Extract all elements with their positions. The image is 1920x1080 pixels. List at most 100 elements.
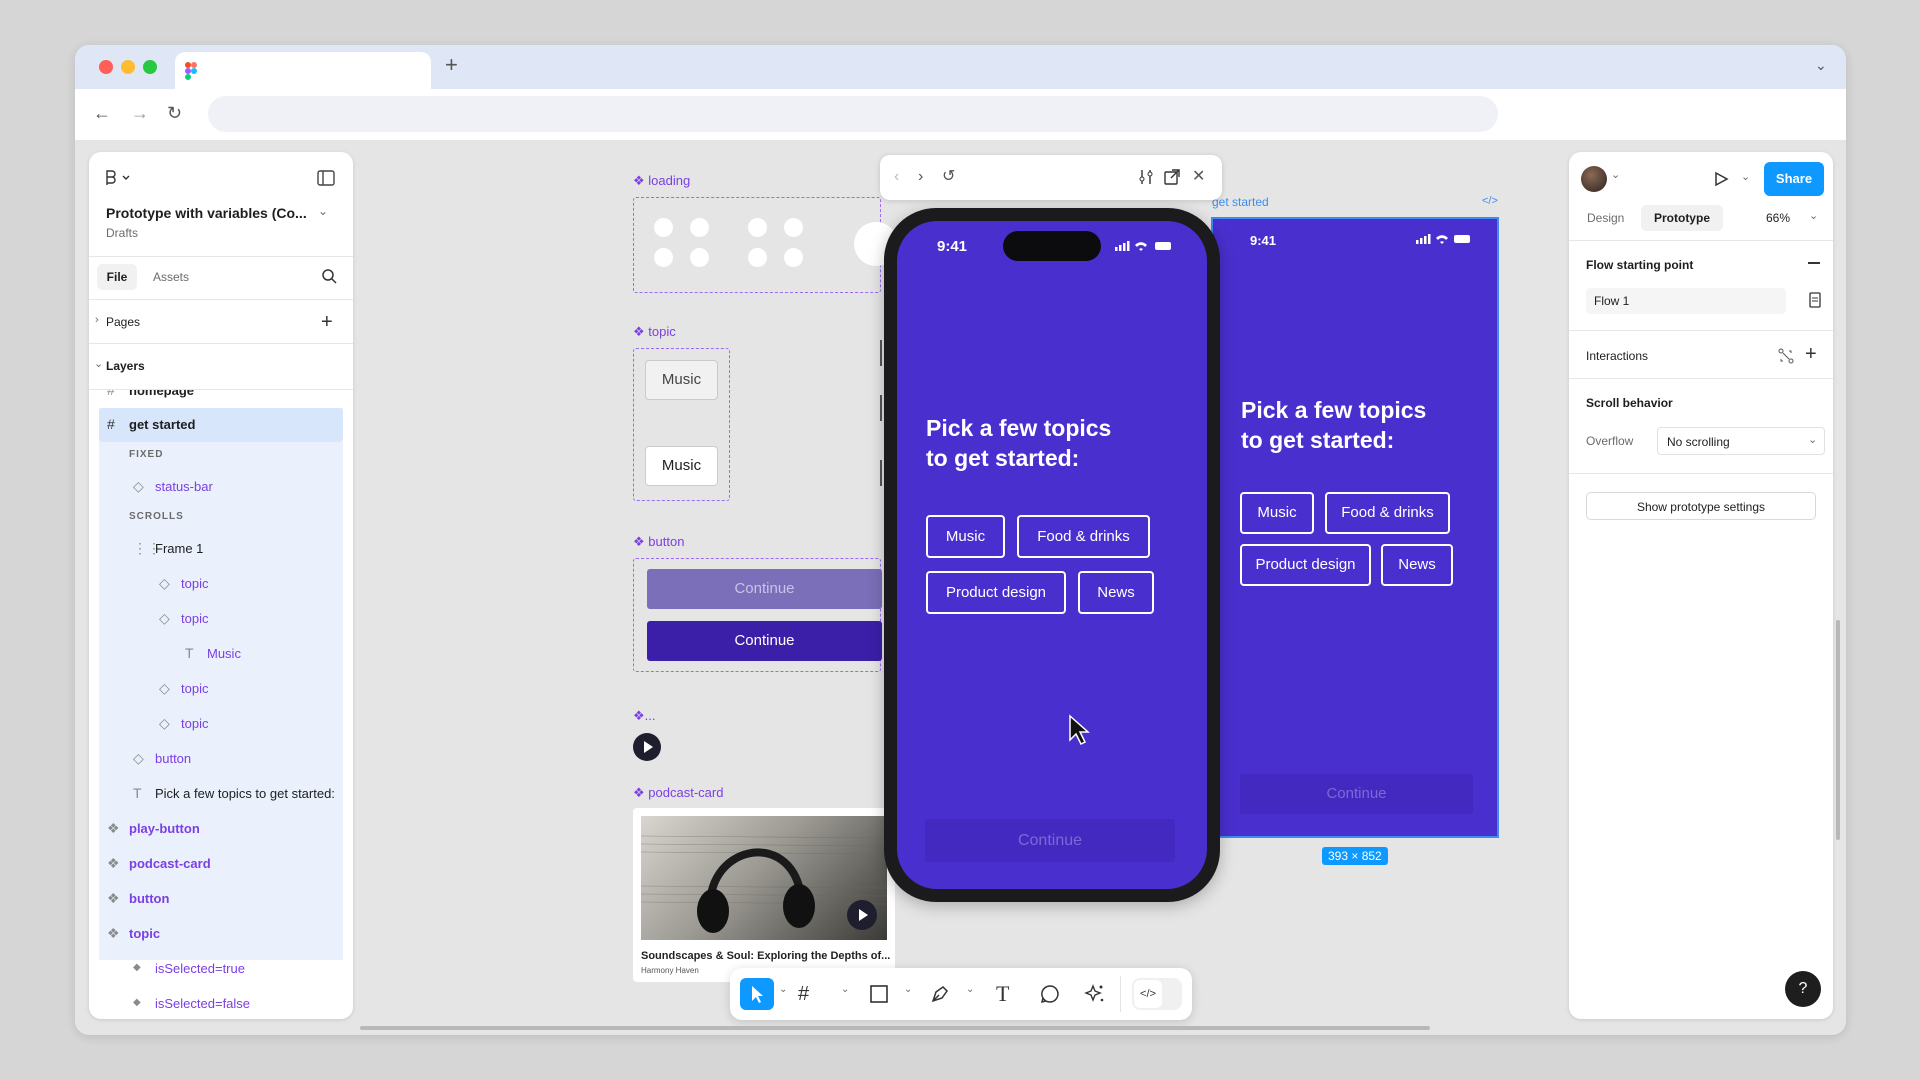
layer-homepage[interactable]: # homepage [99,390,343,408]
pages-chevron-icon[interactable]: › [95,314,99,326]
button-component[interactable]: Continue Continue [633,558,882,672]
avatar-chevron-icon[interactable]: ⌄ [1611,168,1620,181]
phone-topic-news[interactable]: News [1078,571,1154,614]
layer-topic-1[interactable]: ◇ topic [99,567,343,601]
layer-topic-component[interactable]: ❖ topic [99,917,343,951]
add-page-icon[interactable]: + [321,312,333,332]
search-icon[interactable] [321,268,337,284]
preview-forward-icon[interactable]: › [918,167,923,187]
canvas-horizontal-scrollbar[interactable] [360,1026,1430,1030]
actions-ai-icon[interactable] [1084,983,1106,1005]
maximize-window-button[interactable] [143,60,157,74]
play-component-label[interactable]: ❖... [633,708,656,724]
rectangle-tool-chevron-icon[interactable]: ⌄ [904,984,912,995]
frame2-topic-news[interactable]: News [1381,544,1453,586]
tab-list-chevron-icon[interactable]: ⌄ [1815,55,1827,75]
podcast-component-label[interactable]: ❖ podcast-card [633,785,723,801]
canvas-vertical-scrollbar[interactable] [1836,620,1840,840]
back-icon[interactable]: ← [93,103,111,123]
flow-description-icon[interactable] [1809,292,1821,308]
dev-mode-toggle[interactable]: </> [1132,978,1182,1010]
flow-name-field[interactable]: Flow 1 [1586,288,1786,314]
layer-status-bar[interactable]: ◇ status-bar [99,470,343,504]
share-button[interactable]: Share [1764,162,1824,196]
reload-icon[interactable]: ↻ [167,103,182,123]
get-started-frame[interactable]: 9:41 Pick a few topics to get started: M… [1211,217,1499,838]
phone-continue-button[interactable]: Continue [925,819,1175,862]
layer-variant-selected-false[interactable]: ◆ isSelected=false [99,987,343,1019]
show-prototype-settings-button[interactable]: Show prototype settings [1586,492,1816,520]
minimize-window-button[interactable] [121,60,135,74]
tab-file[interactable]: File [97,264,137,290]
frame2-topic-music[interactable]: Music [1240,492,1314,534]
move-tool-chevron-icon[interactable]: ⌄ [779,984,787,995]
move-tool-icon[interactable] [740,978,774,1010]
layer-topic-4[interactable]: ◇ topic [99,707,343,741]
preview-restart-icon[interactable]: ↺ [942,167,955,187]
layer-get-started[interactable]: # get started [99,408,343,442]
user-avatar[interactable] [1581,166,1607,192]
pen-tool-chevron-icon[interactable]: ⌄ [966,984,974,995]
dev-mode-icon[interactable]: </> [1482,195,1498,207]
help-button[interactable]: ? [1785,971,1821,1007]
file-title[interactable]: Prototype with variables (Co... [106,205,307,221]
tab-assets[interactable]: Assets [153,270,189,284]
button-component-label[interactable]: ❖ button [633,534,684,550]
frame2-topic-product-design[interactable]: Product design [1240,544,1371,586]
layer-podcast-card[interactable]: ❖ podcast-card [99,847,343,881]
frame-tool-chevron-icon[interactable]: ⌄ [841,984,849,995]
file-title-chevron-icon[interactable]: ⌄ [318,204,328,218]
tab-prototype[interactable]: Prototype [1641,205,1723,231]
frame-tool-icon[interactable]: # [798,980,809,1008]
podcast-play-icon[interactable] [847,900,877,930]
forward-icon[interactable]: → [131,103,149,123]
phone-screen[interactable]: 9:41 Pick a few topics to get started: M… [897,221,1207,889]
layer-variant-selected-true[interactable]: ◆ isSelected=true [99,952,343,986]
new-tab-button[interactable]: + [445,54,458,76]
address-bar[interactable] [208,96,1498,132]
interactions-style-icon[interactable] [1778,348,1794,364]
layer-play-button[interactable]: ❖ play-button [99,812,343,846]
preview-settings-icon[interactable] [1138,169,1154,185]
present-chevron-icon[interactable]: ⌄ [1741,170,1750,183]
continue-disabled-button[interactable]: Continue [647,569,882,609]
overflow-select[interactable]: No scrolling ⌄ [1657,427,1825,455]
zoom-chevron-icon[interactable]: ⌄ [1809,209,1818,222]
frame2-continue-button[interactable]: Continue [1240,774,1473,814]
browser-tab[interactable] [175,52,431,89]
layers-chevron-icon[interactable]: ⌄ [94,357,103,370]
preview-open-external-icon[interactable] [1164,169,1180,185]
main-menu-icon[interactable] [105,170,131,186]
layer-topic-3[interactable]: ◇ topic [99,672,343,706]
topic-component[interactable]: Music Music [633,348,730,501]
sidebar-toggle-icon[interactable] [317,170,335,186]
phone-topic-food[interactable]: Food & drinks [1017,515,1150,558]
phone-topic-product-design[interactable]: Product design [926,571,1066,614]
layer-topic-2[interactable]: ◇ topic [99,602,343,636]
loading-component[interactable] [633,197,898,293]
layer-button[interactable]: ◇ button [99,742,343,776]
podcast-card[interactable]: Soundscapes & Soul: Exploring the Depths… [633,808,895,982]
zoom-level[interactable]: 66% [1766,211,1790,225]
layer-heading-text[interactable]: T Pick a few topics to get started: [99,777,343,811]
comment-tool-icon[interactable] [1040,984,1060,1004]
pages-section[interactable]: Pages [106,315,140,329]
remove-flow-icon[interactable] [1808,262,1820,264]
layer-frame-1[interactable]: ⋮⋮ Frame 1 [99,532,343,566]
topic-component-label[interactable]: ❖ topic [633,324,676,340]
text-tool-icon[interactable]: T [996,980,1009,1008]
topic-chip-selected[interactable]: Music [645,446,718,486]
frame-label[interactable]: get started [1212,195,1269,209]
preview-back-icon[interactable]: ‹ [894,167,899,187]
pen-tool-icon[interactable] [930,984,950,1004]
tab-design[interactable]: Design [1587,211,1624,225]
topic-chip-unselected[interactable]: Music [645,360,718,400]
frame2-topic-food[interactable]: Food & drinks [1325,492,1450,534]
layer-music-text[interactable]: T Music [99,637,343,671]
present-play-icon[interactable] [1713,171,1729,187]
layer-button-component[interactable]: ❖ button [99,882,343,916]
play-button-icon[interactable] [633,733,661,761]
rectangle-tool-icon[interactable] [870,985,888,1003]
add-interaction-icon[interactable]: + [1805,344,1817,364]
phone-topic-music[interactable]: Music [926,515,1005,558]
